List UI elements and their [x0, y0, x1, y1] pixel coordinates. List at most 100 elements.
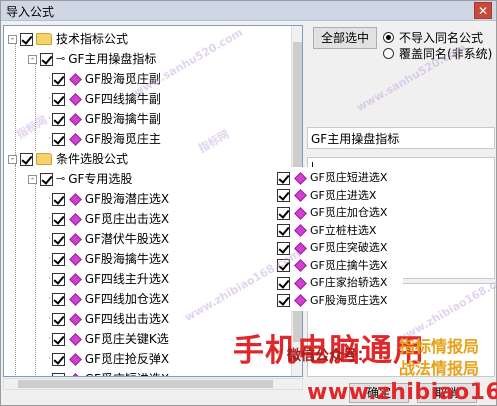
tree-group-node[interactable]: - ⊸ GF专用选股 [28, 170, 132, 188]
radio-label: 不导入同名公式 [399, 31, 484, 45]
close-icon[interactable]: ✕ [474, 2, 492, 19]
radio-dot[interactable] [383, 32, 394, 43]
tree-formula-item[interactable]: ··GF四线主升选X [48, 270, 169, 288]
formula-name-field[interactable]: GF主用操盘指标 [307, 127, 495, 149]
tree-formula-item[interactable]: ··GF股海潜庄选X [48, 190, 169, 208]
checkbox[interactable] [51, 192, 65, 206]
formula-icon [68, 332, 82, 346]
tree-node-label: GF觅庄关键K选 [84, 332, 169, 346]
tree-formula-item[interactable]: ··GF潜伏牛股选X [48, 230, 169, 248]
overlay-item-label: GF股海觅庄选X [310, 293, 388, 307]
overlay-item-label: GF立桩柱选X [310, 223, 377, 237]
checkbox[interactable] [40, 52, 53, 66]
formula-icon [68, 232, 82, 246]
checkbox[interactable] [40, 172, 53, 186]
tree-node-label: GF觅庄出击选X [84, 212, 170, 226]
checkbox[interactable] [51, 112, 65, 126]
overlay-formula-item: GF立桩柱选X [277, 222, 376, 240]
checkbox[interactable] [51, 132, 65, 146]
formula-icon [294, 206, 307, 220]
tree-node-label: GF股海擒牛副 [84, 112, 161, 126]
overlay-item-label: GF庄家抬轿选X [310, 276, 388, 289]
checkbox[interactable] [51, 372, 65, 376]
overlay-item-label: GF觅庄突破选X [310, 241, 388, 254]
tree-formula-item[interactable]: ··GF四线出击选X [48, 310, 169, 328]
checkbox[interactable] [51, 352, 65, 366]
formula-icon [68, 92, 82, 106]
tree-guide-line [35, 183, 36, 375]
tree-folder-node[interactable]: - 条件选股公式 [8, 150, 128, 168]
checkbox[interactable] [51, 252, 65, 266]
title-bar: 导入公式 ✕ [1, 1, 496, 21]
tree-formula-item[interactable]: ··GF股海擒牛选X [48, 250, 169, 268]
watermark-brand-text: 战法情报局 [399, 359, 480, 378]
tree-node-label: GF四线主升选X [84, 272, 170, 286]
checkbox[interactable] [51, 332, 65, 346]
tree-horizontal-scrollbar[interactable] [3, 378, 303, 390]
checkbox [277, 206, 290, 220]
tree-formula-item[interactable]: ··GF觅庄抢反弹X [48, 350, 169, 368]
select-all-button[interactable]: 全部选中 [313, 27, 377, 49]
formula-icon [294, 294, 307, 307]
tree-node-label: GF主用操盘指标 [68, 52, 157, 66]
overlay-formula-item: GF觅庄进选X [277, 187, 376, 205]
formula-icon [68, 112, 82, 126]
checkbox[interactable] [51, 72, 65, 86]
collapse-icon[interactable]: - [8, 154, 17, 164]
checkbox[interactable] [51, 292, 65, 306]
checkbox[interactable] [51, 272, 65, 286]
scroll-thumb[interactable] [18, 380, 273, 388]
checkbox[interactable] [20, 152, 33, 166]
watermark-wechat-text: 微信公众号： [287, 348, 371, 364]
checkbox [277, 224, 290, 237]
formula-icon [68, 252, 82, 266]
overlay-formula-item: GF股海觅庄选X [277, 292, 387, 310]
tree-group-node[interactable]: - ⊸ GF主用操盘指标 [28, 50, 156, 68]
tree-node-label: GF四线加仓选X [84, 292, 170, 306]
formula-icon [68, 272, 82, 286]
radio-dot[interactable] [383, 48, 394, 59]
window-title: 导入公式 [6, 5, 55, 19]
checkbox [277, 171, 290, 185]
overlay-item-label: GF觅庄加仓选X [310, 206, 388, 219]
import-formula-dialog: 导入公式 ✕ -技术指标公式-⊸GF主用操盘指标··GF股海觅庄副··GF四线擒… [0, 0, 497, 406]
formula-icon [68, 192, 82, 206]
collapse-icon[interactable]: - [28, 174, 37, 184]
checkbox[interactable] [51, 312, 65, 326]
formula-icon [294, 189, 307, 202]
tree-node-label: GF股海潜庄选X [84, 192, 170, 206]
tree-node-label: GF专用选股 [68, 172, 133, 186]
tree-formula-item[interactable]: ··GF股海擒牛副 [48, 110, 161, 128]
checkbox[interactable] [51, 212, 65, 226]
checkbox [277, 294, 290, 307]
formula-icon [68, 312, 82, 326]
tree-node-label: GF潜伏牛股选X [84, 232, 170, 246]
tree-node-label: GF四线出击选X [84, 312, 170, 326]
radio-skip-duplicate[interactable]: 不导入同名公式 [383, 29, 483, 46]
tree-node-label: 技术指标公式 [56, 32, 129, 46]
folder-icon [36, 153, 52, 165]
tree-formula-item[interactable]: ··GF股海觅庄主 [48, 130, 161, 148]
formula-icon [68, 292, 82, 306]
formula-icon [294, 224, 307, 237]
tree-node-label: GF四线擒牛副 [84, 92, 161, 106]
tree-formula-item[interactable]: ··GF觅庄出击选X [48, 210, 169, 228]
tree-node-label: GF股海擒牛选X [84, 252, 170, 266]
tree-formula-item[interactable]: ··GF觅庄短进选X [48, 370, 169, 376]
overlay-item-label: GF觅庄进选X [310, 188, 377, 202]
tree-node-label: GF觅庄短进选X [85, 370, 169, 376]
checkbox[interactable] [20, 32, 33, 46]
checkbox[interactable] [51, 92, 65, 106]
tooltip-list-overlay: GF觅庄短进选X GF觅庄进选X GF觅庄加仓选X GF立桩柱选X GF觅庄突破选X GF… [271, 167, 403, 311]
overlay-formula-item: GF庄家抬轿选X [277, 274, 387, 292]
tree-formula-item[interactable]: ··GF四线加仓选X [48, 290, 169, 308]
checkbox [277, 189, 290, 202]
collapse-icon[interactable]: - [8, 34, 17, 44]
collapse-icon[interactable]: - [28, 54, 37, 64]
tree-formula-item[interactable]: ··GF觅庄关键K选 [48, 330, 169, 348]
tree-folder-node[interactable]: - 技术指标公式 [8, 30, 128, 48]
checkbox[interactable] [51, 232, 65, 246]
overlay-item-label: GF觅庄擒牛选X [310, 258, 388, 272]
overlay-item-label: GF觅庄短进选X [310, 171, 388, 184]
overlay-formula-item: GF觅庄加仓选X [277, 204, 387, 222]
